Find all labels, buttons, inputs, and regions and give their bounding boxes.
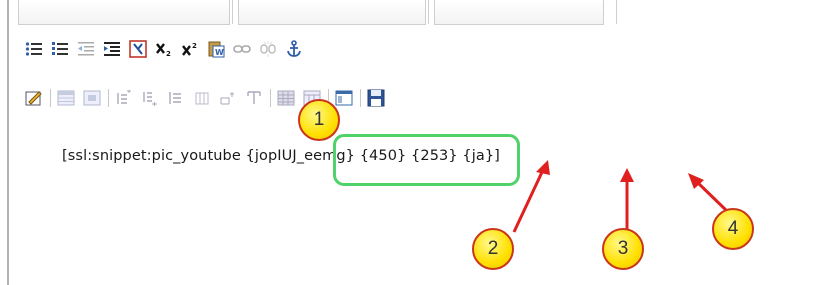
svg-text:2: 2 <box>166 50 171 57</box>
edit-icon[interactable] <box>23 87 45 109</box>
table-icon[interactable] <box>55 87 77 109</box>
arrowhead-2 <box>536 160 550 175</box>
snippet-prefix: [ssl:snippet:pic_youtube <box>62 148 246 164</box>
toolbar-separator <box>108 89 109 107</box>
editor-left-border <box>7 0 9 285</box>
select-divider <box>232 0 233 24</box>
row-after-icon[interactable] <box>139 87 161 109</box>
table-cell-icon[interactable] <box>81 87 103 109</box>
font-select[interactable] <box>238 0 426 25</box>
marker-2-label: 2 <box>487 238 499 259</box>
template-icon[interactable] <box>333 87 355 109</box>
unlink-icon[interactable] <box>257 38 279 60</box>
format-select[interactable] <box>18 0 230 25</box>
marker-1-label: 1 <box>313 109 325 130</box>
arrowhead-3 <box>620 168 634 182</box>
marker-4-label: 4 <box>727 218 739 239</box>
indent-icon[interactable] <box>101 38 123 60</box>
marker-4: 4 <box>712 208 754 250</box>
save-icon[interactable] <box>365 87 387 109</box>
select-divider <box>616 0 617 24</box>
remove-format-icon[interactable] <box>127 38 149 60</box>
ordered-list-icon[interactable] <box>49 38 71 60</box>
toolbar-separator <box>270 89 271 107</box>
marker-2: 2 <box>472 228 514 270</box>
anchor-icon[interactable] <box>283 38 305 60</box>
marker-1: 1 <box>298 99 340 141</box>
col-before-icon[interactable] <box>191 87 213 109</box>
link-icon[interactable] <box>231 38 253 60</box>
outdent-icon[interactable] <box>75 38 97 60</box>
toolbar-row-2 <box>23 87 391 109</box>
svg-text:W: W <box>215 48 224 57</box>
delete-col-icon[interactable] <box>243 87 265 109</box>
marker-3-label: 3 <box>617 238 629 259</box>
superscript-icon[interactable]: 2 <box>179 38 201 60</box>
svg-text:2: 2 <box>192 42 197 50</box>
video-id-highlight <box>333 134 520 186</box>
subscript-icon[interactable]: 2 <box>153 38 175 60</box>
arrowhead-4 <box>688 173 704 189</box>
delete-row-icon[interactable] <box>165 87 187 109</box>
row-before-icon[interactable] <box>113 87 135 109</box>
unordered-list-icon[interactable] <box>23 38 45 60</box>
toolbar-row-1: 2 2 W <box>23 38 309 60</box>
select-divider <box>428 0 429 24</box>
marker-3: 3 <box>602 228 644 270</box>
size-select[interactable] <box>434 0 604 25</box>
split-cells-icon[interactable] <box>275 87 297 109</box>
paste-word-icon[interactable]: W <box>205 38 227 60</box>
col-after-icon[interactable] <box>217 87 239 109</box>
arrow-4 <box>694 179 730 214</box>
toolbar-separator <box>360 89 361 107</box>
toolbar-separator <box>50 89 51 107</box>
